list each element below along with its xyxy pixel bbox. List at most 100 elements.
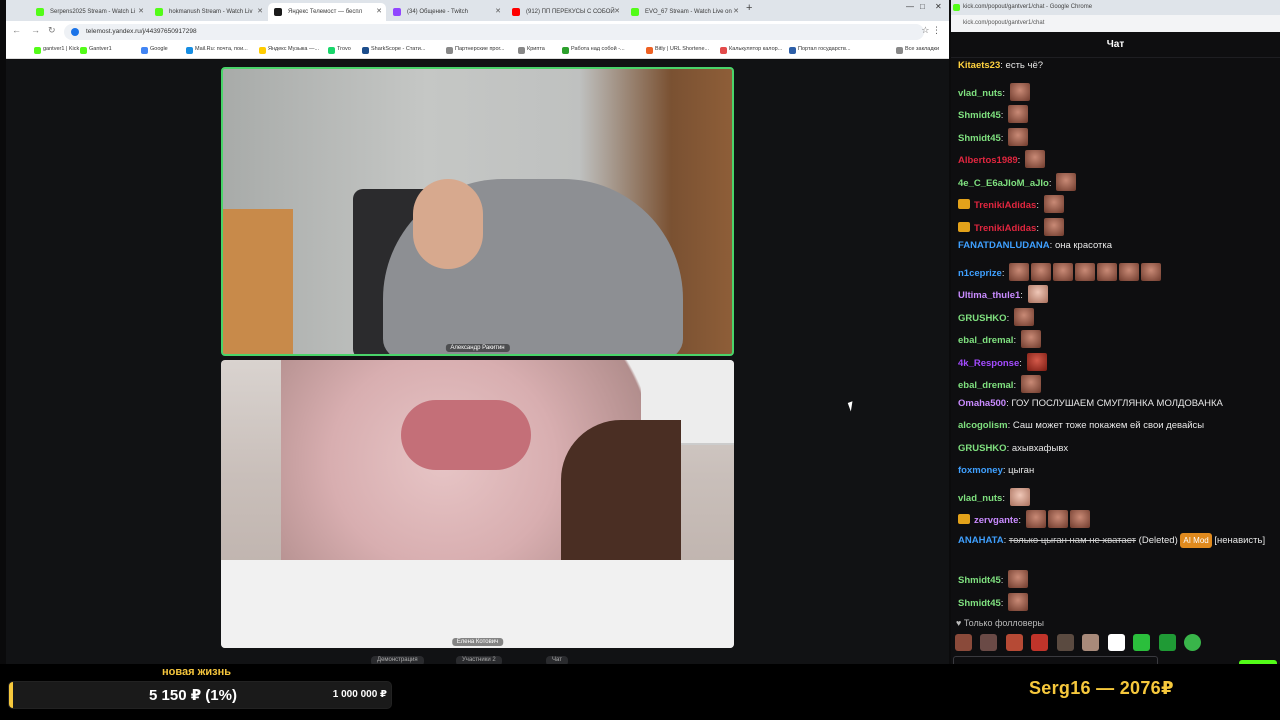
chat-username[interactable]: 4e_C_E6aJIoM_aJIo — [958, 178, 1049, 189]
tab-close-icon[interactable]: ✕ — [257, 3, 263, 21]
chat-message: Shmidt45: — [958, 105, 1274, 123]
tab-label: hokmanush Stream - Watch Liv — [169, 9, 253, 15]
chat-username[interactable]: vlad_nuts — [958, 88, 1002, 99]
chat-message-text: она красотка — [1054, 240, 1113, 251]
chat-username[interactable]: zervgante — [974, 515, 1018, 526]
chat-username[interactable]: n1ceprize — [958, 268, 1002, 279]
chat-message: FANATDANLUDANA: она красотка — [958, 240, 1274, 251]
video-tile-participant-1[interactable]: Александр Ракитин — [221, 67, 734, 356]
chat-username[interactable]: ebal_dremal — [958, 335, 1013, 346]
screen: + — □ ✕ Serpens2025 Stream - Watch Li ✕ ho… — [0, 0, 1280, 720]
browser-tab[interactable]: (34) Общение - Twitch ✕ — [387, 3, 505, 21]
bookmark-item[interactable]: Яндекс Музыка —... — [259, 46, 319, 54]
chat-username[interactable]: ANAHATA — [958, 535, 1004, 546]
bookmark-item[interactable]: Все закладки — [896, 46, 939, 54]
chat-username[interactable]: foxmoney — [958, 465, 1003, 476]
forward-icon[interactable]: → — [31, 25, 40, 35]
url-text: telemost.yandex.ru/j/44397650917298 — [86, 28, 197, 35]
goal-current-amount: 5 150 ₽ (1%) — [149, 687, 237, 704]
emote-5[interactable] — [1056, 634, 1074, 651]
bookmark-item[interactable]: Крипта — [518, 46, 545, 54]
browser-tab[interactable]: Serpens2025 Stream - Watch Li ✕ — [30, 3, 148, 21]
chat-message: ANAHATA: только цыган нам не хватает (De… — [958, 532, 1274, 548]
chat-message: 4k_Response: — [958, 352, 1274, 371]
emote-1[interactable] — [955, 634, 972, 651]
bookmark-item[interactable]: Bitly | URL Shortene... — [646, 46, 709, 54]
separator: : — [1000, 110, 1007, 121]
emote-4[interactable] — [1031, 634, 1049, 651]
bookmark-item[interactable]: SharkScope - Стати... — [362, 46, 425, 54]
chat-username[interactable]: vlad_nuts — [958, 493, 1002, 504]
bookmark-label: Mail.Ru: почта, пои... — [195, 46, 248, 52]
emote-7[interactable] — [1107, 634, 1125, 651]
chat-username[interactable]: Shmidt45 — [958, 575, 1001, 586]
chat-url-bar[interactable]: kick.com/popout/gantver1/chat — [951, 15, 1280, 32]
chat-window-titlebar: kick.com/popout/gantver1/chat - Google C… — [951, 0, 1280, 15]
chat-username[interactable]: Ultima_thule1 — [958, 290, 1020, 301]
bookmark-label: Портал государств... — [798, 46, 851, 52]
chat-username[interactable]: Albertos1989 — [958, 155, 1018, 166]
emote-6[interactable] — [1082, 634, 1100, 651]
separator: : — [1020, 290, 1026, 301]
emote-10[interactable] — [1184, 634, 1202, 651]
tab-close-icon[interactable]: ✕ — [138, 3, 144, 21]
bookmark-item[interactable]: gantver1 | Kick — [34, 46, 79, 54]
chat-username[interactable]: GRUSHKO — [958, 313, 1007, 324]
tab-close-icon[interactable]: ✕ — [614, 3, 620, 21]
browser-tab[interactable]: EVO_67 Stream - Watch Live on ✕ — [625, 3, 743, 21]
chat-message-text: есть чё? — [1005, 60, 1044, 71]
video-tile-participant-2[interactable]: Елена Котович — [221, 360, 734, 648]
emote-icon — [1053, 262, 1074, 281]
bookmark-item[interactable]: Mail.Ru: почта, пои... — [186, 46, 248, 54]
emote-9[interactable] — [1158, 634, 1176, 651]
chat-username[interactable]: Kitaets23 — [958, 60, 1000, 71]
chat-username[interactable]: FANATDANLUDANA — [958, 240, 1050, 251]
bookmark-item[interactable]: Trovo — [328, 46, 351, 54]
new-tab-button[interactable]: + — [746, 2, 752, 14]
chat-username[interactable]: Shmidt45 — [958, 110, 1001, 121]
browser-tab[interactable]: Яндекс Телемост — беспл ✕ — [268, 3, 386, 21]
bookmark-item[interactable]: Работа над собой -... — [562, 46, 625, 54]
bookmark-label: Крипта — [527, 46, 545, 52]
chat-message: Shmidt45: — [958, 570, 1274, 588]
emote-2[interactable] — [980, 634, 998, 651]
bookmark-icon — [259, 47, 266, 54]
chat-input[interactable] — [953, 656, 1158, 664]
chat-username[interactable]: Shmidt45 — [958, 598, 1001, 609]
chat-message: Albertos1989: — [958, 150, 1274, 168]
bookmark-icon — [80, 47, 87, 54]
chat-username[interactable]: alcogolism — [958, 420, 1008, 431]
site-info-icon[interactable] — [71, 28, 79, 36]
extensions-icons[interactable]: ☆ ⋮ — [921, 25, 941, 36]
emote-8[interactable] — [1133, 634, 1151, 651]
followers-only-notice: ♥ Только фолловеры — [956, 618, 1044, 628]
back-icon[interactable]: ← — [12, 25, 21, 35]
bookmark-item[interactable]: Калькулятор калор... — [720, 46, 782, 54]
chat-username[interactable]: GRUSHKO — [958, 443, 1007, 454]
minimize-icon[interactable]: — — [906, 2, 914, 11]
goal-progress-fill — [9, 682, 13, 708]
bookmark-icon — [789, 47, 796, 54]
chat-username[interactable]: TrenikiAdidas — [974, 200, 1036, 211]
maximize-icon[interactable]: □ — [920, 2, 925, 11]
browser-tab[interactable]: hokmanush Stream - Watch Liv ✕ — [149, 3, 267, 21]
chat-username[interactable]: 4k_Response — [958, 358, 1019, 369]
tab-close-icon[interactable]: ✕ — [495, 3, 501, 21]
chat-message-text: цыган — [1008, 465, 1035, 476]
chat-message: ebal_dremal: — [958, 330, 1274, 348]
bookmark-item[interactable]: Google — [141, 46, 168, 54]
chat-username[interactable]: Omaha500 — [958, 398, 1006, 409]
bookmark-item[interactable]: Gantver1 — [80, 46, 112, 54]
chat-username[interactable]: TrenikiAdidas — [974, 223, 1036, 234]
browser-tab[interactable]: (912) ПП ПЕРЕКУСЫ С СОБОЙ ✕ — [506, 3, 624, 21]
address-bar[interactable]: telemost.yandex.ru/j/44397650917298 — [64, 24, 924, 40]
bookmark-item[interactable]: Портал государств... — [789, 46, 851, 54]
tab-close-icon[interactable]: ✕ — [733, 3, 739, 21]
chat-username[interactable]: Shmidt45 — [958, 133, 1001, 144]
close-window-icon[interactable]: ✕ — [935, 2, 942, 11]
emote-3[interactable] — [1005, 634, 1023, 651]
bookmark-item[interactable]: Партнерские прог... — [446, 46, 504, 54]
tab-close-icon[interactable]: ✕ — [376, 3, 382, 21]
chat-username[interactable]: ebal_dremal — [958, 380, 1013, 391]
reload-icon[interactable]: ↻ — [48, 25, 56, 36]
